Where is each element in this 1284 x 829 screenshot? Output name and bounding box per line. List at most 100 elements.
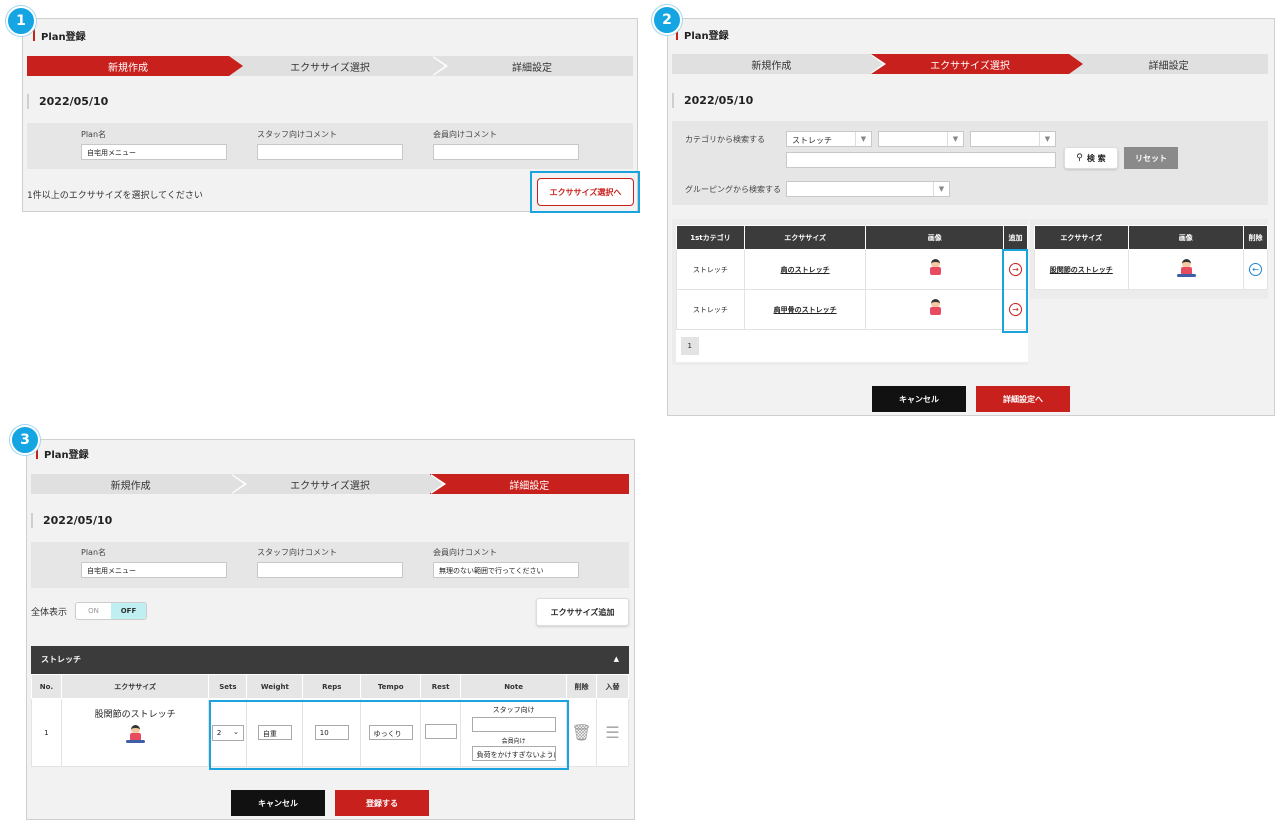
exercise-image	[124, 724, 146, 746]
staff-comment-label: スタッフ向けコメント	[257, 130, 337, 139]
exercise-link[interactable]: 肩のストレッチ	[781, 266, 830, 274]
cancel-button[interactable]: キャンセル	[231, 790, 325, 816]
col-delete: 削除	[1243, 225, 1268, 250]
category-select-3[interactable]: ▼	[970, 131, 1056, 147]
row-category: ストレッチ	[676, 289, 745, 330]
grouping-search-label: グルーピングから検索する	[685, 185, 781, 194]
table-row: ストレッチ 肩甲骨のストレッチ →	[676, 289, 1028, 330]
col-reps: Reps	[302, 674, 362, 699]
show-all-label: 全体表示	[31, 608, 68, 618]
cancel-button[interactable]: キャンセル	[872, 386, 966, 412]
plan-form: Plan名 自宅用メニュー スタッフ向けコメント 会員向けコメント	[27, 123, 633, 169]
trash-icon[interactable]: 🗑	[571, 723, 591, 742]
stepper-step-new: 新規作成	[27, 56, 229, 76]
staff-comment-input[interactable]	[257, 144, 403, 160]
exercise-image	[1175, 258, 1197, 280]
col-image: 画像	[865, 225, 1005, 250]
exercise-search-table: 1stカテゴリ エクササイズ 画像 追加 ストレッチ 肩のストレッチ → ストレ…	[676, 225, 1028, 362]
toggle-on[interactable]: ON	[76, 603, 111, 619]
row-no: 1	[31, 698, 62, 767]
toggle-off[interactable]: OFF	[111, 603, 146, 619]
col-delete: 削除	[566, 674, 597, 699]
stepper-step-detail: 詳細設定	[431, 56, 633, 76]
row-exercise: 股関節のストレッチ	[94, 710, 176, 720]
chevron-down-icon: ▼	[947, 132, 963, 146]
plan-form: Plan名 自宅用メニュー スタッフ向けコメント 会員向けコメント 無理のない範…	[31, 542, 629, 588]
grouping-select[interactable]: ▼	[786, 181, 950, 197]
page-title: Plan登録	[33, 28, 86, 43]
plan-date: 2022/05/10	[27, 94, 108, 109]
staff-comment-input[interactable]	[257, 562, 403, 578]
to-detail-button[interactable]: 詳細設定へ	[976, 386, 1070, 412]
search-box: カテゴリから検索する ストレッチ ▼ ▼ ▼ ⚲ 検 索 リセット グルーピングから…	[672, 121, 1268, 205]
col-sets: Sets	[208, 674, 248, 699]
plan-date: 2022/05/10	[672, 93, 753, 108]
member-comment-input[interactable]	[433, 144, 579, 160]
col-exercise: エクササイズ	[60, 674, 210, 699]
col-rest: Rest	[420, 674, 462, 699]
exercise-link[interactable]: 股関節のストレッチ	[1050, 266, 1113, 274]
col-note: Note	[460, 674, 568, 699]
stepper-step-exercise: エクササイズ選択	[229, 56, 431, 76]
remove-arrow-icon[interactable]: ←	[1249, 263, 1263, 276]
exercise-link[interactable]: 肩甲骨のストレッチ	[774, 306, 837, 314]
category-select-1[interactable]: ストレッチ ▼	[786, 131, 872, 147]
to-exercise-button[interactable]: エクササイズ選択へ	[537, 178, 634, 206]
plan-name-input[interactable]: 自宅用メニュー	[81, 562, 227, 578]
chevron-down-icon: ▼	[1039, 132, 1055, 146]
panel-step2: Plan登録 新規作成 エクササイズ選択 詳細設定 2022/05/10 カテゴ…	[667, 18, 1275, 416]
section-title: ストレッチ	[41, 655, 81, 664]
exercise-image	[924, 298, 946, 320]
pagination-page[interactable]: 1	[680, 336, 699, 355]
step-badge-1: 1	[6, 6, 36, 36]
col-exercise: エクササイズ	[1034, 225, 1129, 250]
col-exercise: エクササイズ	[743, 225, 867, 250]
page-title: Plan登録	[36, 446, 89, 461]
plan-name-label: Plan名	[81, 130, 107, 139]
reset-button[interactable]: リセット	[1124, 147, 1178, 169]
plan-name-label: Plan名	[81, 548, 107, 557]
category-select-2[interactable]: ▼	[878, 131, 964, 147]
panel-step1: Plan登録 新規作成 エクササイズ選択 詳細設定 2022/05/10 Pla…	[22, 18, 640, 213]
stepper-step-exercise: エクササイズ選択	[230, 474, 430, 494]
stepper-step-exercise: エクササイズ選択	[870, 54, 1070, 74]
col-weight: Weight	[246, 674, 304, 699]
stepper-step-detail: 詳細設定	[429, 474, 629, 494]
drag-handle-icon[interactable]: ☰	[605, 723, 619, 742]
stepper-step-detail: 詳細設定	[1069, 54, 1269, 74]
col-category: 1stカテゴリ	[676, 225, 745, 250]
col-add: 追加	[1003, 225, 1028, 250]
stepper: 新規作成 エクササイズ選択 詳細設定	[672, 54, 1269, 74]
register-button[interactable]: 登録する	[335, 790, 429, 816]
member-comment-input[interactable]: 無理のない範囲で行ってください	[433, 562, 579, 578]
exercise-hint: 1件以上のエクササイズを選択してください	[27, 191, 203, 201]
panel-step3: Plan登録 新規作成 エクササイズ選択 詳細設定 2022/05/10 Pla…	[26, 439, 635, 820]
search-button[interactable]: ⚲ 検 索	[1064, 147, 1118, 169]
collapse-caret-icon[interactable]: ▲	[614, 655, 619, 663]
plan-date: 2022/05/10	[31, 513, 112, 528]
step-badge-3: 3	[10, 425, 40, 455]
show-all-toggle[interactable]: ON OFF	[75, 602, 147, 620]
stepper-step-new: 新規作成	[672, 54, 871, 74]
col-no: No.	[31, 674, 62, 699]
page-title: Plan登録	[676, 27, 729, 42]
col-image: 画像	[1127, 225, 1245, 250]
stepper: 新規作成 エクササイズ選択 詳細設定	[27, 56, 633, 76]
chevron-down-icon: ▼	[855, 132, 871, 146]
table-row: ストレッチ 肩のストレッチ →	[676, 249, 1028, 290]
member-comment-label: 会員向けコメント	[433, 130, 497, 139]
keyword-input[interactable]	[786, 152, 1056, 168]
chevron-down-icon: ▼	[933, 182, 949, 196]
col-tempo: Tempo	[360, 674, 422, 699]
highlight-add	[1002, 249, 1028, 333]
step-badge-2: 2	[652, 5, 682, 35]
highlight-inputs	[209, 700, 569, 770]
stepper: 新規作成 エクササイズ選択 詳細設定	[31, 474, 629, 494]
row-category: ストレッチ	[676, 249, 745, 290]
col-reorder: 入替	[596, 674, 629, 699]
member-comment-label: 会員向けコメント	[433, 548, 497, 557]
add-exercise-button[interactable]: エクササイズ追加	[536, 598, 629, 626]
section-header[interactable]: ストレッチ ▲	[31, 646, 629, 674]
search-icon: ⚲	[1076, 153, 1083, 163]
plan-name-input[interactable]: 自宅用メニュー	[81, 144, 227, 160]
